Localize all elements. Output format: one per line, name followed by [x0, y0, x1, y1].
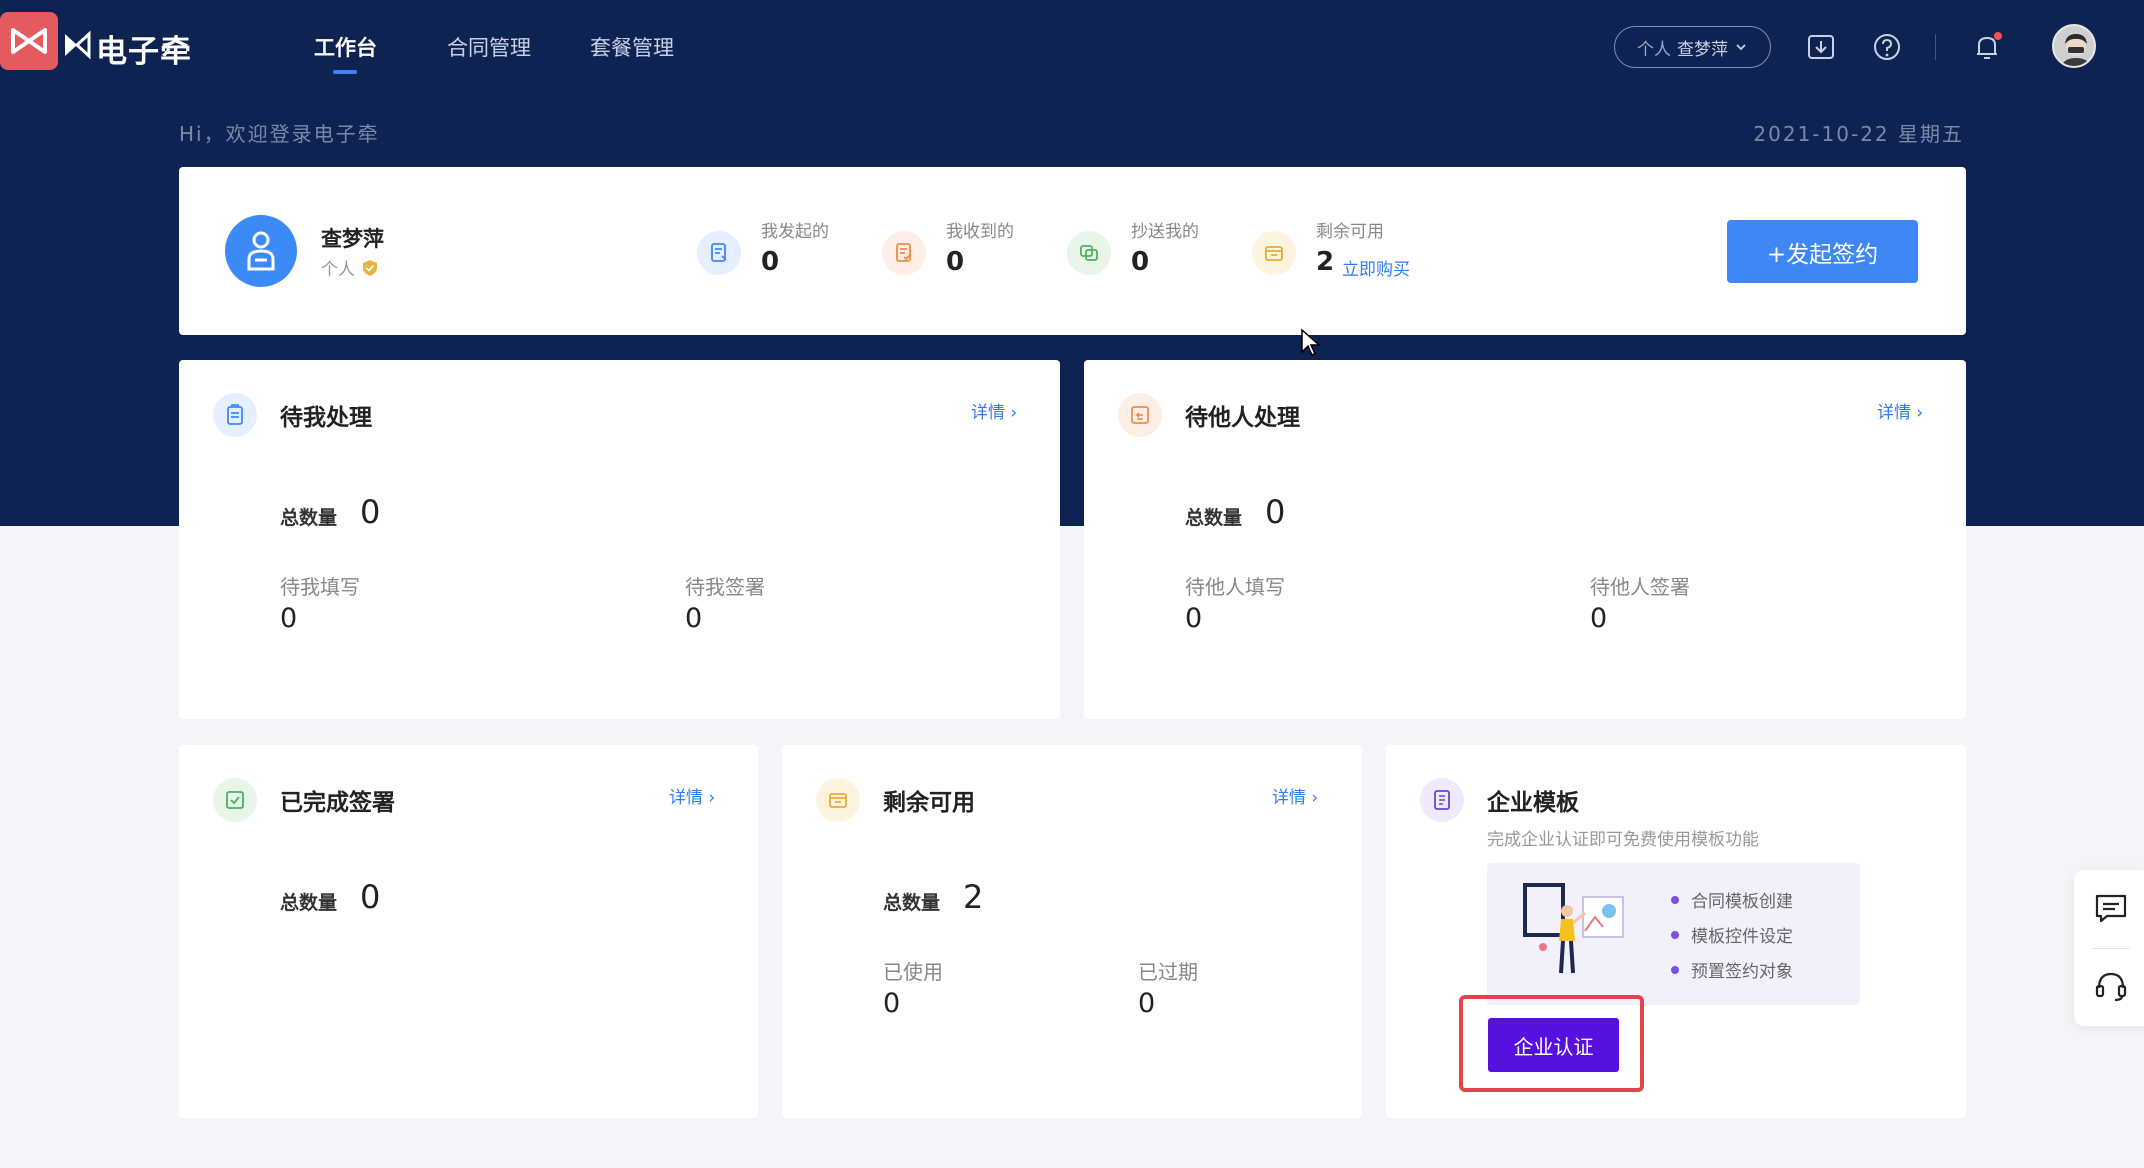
total-label: 总数量 — [1185, 507, 1243, 529]
nav-active-indicator — [333, 70, 357, 74]
stat-remaining-label: 剩余可用 — [1316, 222, 1384, 242]
floating-support-panel — [2074, 870, 2144, 1026]
nav-workbench[interactable]: 工作台 — [314, 32, 377, 62]
headset-icon[interactable] — [2093, 968, 2129, 1004]
welcome-text: Hi，欢迎登录电子牵 — [179, 122, 380, 146]
sub-value-to-sign: 0 — [685, 603, 703, 634]
enterprise-certification-button[interactable]: 企业认证 — [1488, 1018, 1619, 1072]
stat-cc-value: 0 — [1131, 247, 1150, 277]
card-pending-others-title: 待他人处理 — [1185, 405, 1300, 431]
template-icon — [1420, 778, 1464, 822]
logo-mark-icon — [65, 30, 91, 60]
account-type-tag: 个人 — [1637, 39, 1671, 60]
template-feature-label: 预置签约对象 — [1691, 962, 1793, 982]
stat-received-label: 我收到的 — [946, 222, 1014, 242]
card-pending-me-detail-link[interactable]: 详情 › — [971, 398, 1017, 423]
stat-initiated-label: 我发起的 — [761, 222, 829, 242]
template-feature-item: 合同模板创建 — [1671, 887, 1793, 912]
card-remaining-detail-link[interactable]: 详情 › — [1272, 783, 1318, 808]
avatar[interactable] — [2052, 24, 2096, 68]
nav-contract-management[interactable]: 合同管理 — [447, 32, 531, 62]
check-doc-icon — [213, 778, 257, 822]
total-value: 0 — [1265, 493, 1286, 531]
template-feature-label: 合同模板创建 — [1691, 892, 1793, 912]
card-template-subtitle: 完成企业认证即可免费使用模板功能 — [1487, 830, 1759, 850]
buy-now-link[interactable]: 立即购买 — [1342, 255, 1410, 280]
total-label: 总数量 — [280, 892, 338, 914]
logo-badge-icon — [11, 28, 47, 54]
notification-dot — [1994, 32, 2002, 40]
template-feature-item: 预置签约对象 — [1671, 957, 1793, 982]
sub-value-to-fill: 0 — [280, 603, 298, 634]
wallet-icon — [1252, 231, 1296, 275]
stat-remaining-value: 2 — [1316, 247, 1335, 277]
card-completed: 已完成签署 详情 › 总数量 0 — [179, 745, 758, 1118]
download-icon[interactable] — [1804, 30, 1838, 64]
profile-name: 查梦萍 — [321, 227, 384, 251]
sub-value-expired: 0 — [1138, 988, 1156, 1019]
stat-initiated-value: 0 — [761, 247, 780, 277]
template-feature-box: 合同模板创建 模板控件设定 预置签约对象 — [1487, 863, 1860, 1005]
card-completed-title: 已完成签署 — [280, 790, 395, 816]
card-remaining-title: 剩余可用 — [883, 790, 975, 816]
sub-label-to-sign: 待我签署 — [685, 575, 765, 599]
bullet-dot — [1671, 895, 1679, 904]
panel-divider — [2092, 948, 2130, 949]
cc-icon — [1067, 231, 1111, 275]
template-feature-label: 模板控件设定 — [1691, 927, 1793, 947]
sub-value-others-sign: 0 — [1590, 603, 1608, 634]
total-label: 总数量 — [883, 892, 941, 914]
total-value: 2 — [963, 878, 984, 916]
wallet-icon — [816, 778, 860, 822]
stat-received-value: 0 — [946, 247, 965, 277]
sub-label-used: 已使用 — [883, 960, 943, 984]
total-value: 0 — [360, 878, 381, 916]
card-pending-me-title: 待我处理 — [280, 405, 372, 431]
top-navigation: 电子牵 工作台 合同管理 套餐管理 个人 查梦萍 — [0, 0, 2144, 94]
sub-label-to-fill: 待我填写 — [280, 575, 360, 599]
verified-shield-icon — [363, 259, 377, 276]
account-switcher[interactable]: 个人 查梦萍 — [1614, 26, 1771, 68]
card-pending-others: 待他人处理 详情 › 总数量 0 待他人填写 0 待他人签署 0 — [1084, 360, 1966, 719]
sub-label-expired: 已过期 — [1138, 960, 1198, 984]
message-icon[interactable] — [2093, 890, 2129, 926]
stat-cc-label: 抄送我的 — [1131, 222, 1199, 242]
bullet-dot — [1671, 930, 1679, 939]
card-pending-me: 待我处理 详情 › 总数量 0 待我填写 0 待我签署 0 — [179, 360, 1060, 719]
start-signing-button[interactable]: +发起签约 — [1727, 220, 1918, 283]
profile-type: 个人 — [321, 255, 379, 280]
profile-type-label: 个人 — [321, 260, 355, 280]
help-icon[interactable] — [1870, 30, 1904, 64]
sub-label-others-fill: 待他人填写 — [1185, 575, 1285, 599]
user-avatar-icon — [2054, 26, 2094, 66]
sub-label-others-sign: 待他人签署 — [1590, 575, 1690, 599]
card-remaining: 剩余可用 详情 › 总数量 2 已使用 0 已过期 0 — [782, 745, 1362, 1118]
total-value: 0 — [360, 493, 381, 531]
toolbar-divider — [1935, 34, 1936, 60]
bullet-dot — [1671, 965, 1679, 974]
total-label: 总数量 — [280, 507, 338, 529]
sent-doc-icon — [697, 231, 741, 275]
template-feature-item: 模板控件设定 — [1671, 922, 1793, 947]
account-name: 查梦萍 — [1677, 39, 1728, 60]
template-illustration-icon — [1523, 883, 1624, 974]
card-template-title: 企业模板 — [1487, 790, 1579, 816]
current-date: 2021-10-22 星期五 — [1753, 122, 1964, 146]
person-icon — [247, 231, 275, 271]
received-doc-icon — [882, 231, 926, 275]
profile-summary-card: 查梦萍 个人 我发起的 0 我收到的 0 抄送我的 0 剩余可用 2 立即购买 … — [179, 167, 1966, 335]
doc-return-icon — [1118, 393, 1162, 437]
sub-value-used: 0 — [883, 988, 901, 1019]
chevron-down-icon — [1736, 44, 1746, 51]
app-switcher-badge[interactable] — [0, 12, 58, 70]
clipboard-icon — [213, 393, 257, 437]
card-pending-others-detail-link[interactable]: 详情 › — [1877, 398, 1923, 423]
brand-name: 电子牵 — [96, 34, 192, 70]
profile-avatar — [225, 215, 297, 287]
sub-value-others-fill: 0 — [1185, 603, 1203, 634]
card-completed-detail-link[interactable]: 详情 › — [669, 783, 715, 808]
nav-package-management[interactable]: 套餐管理 — [590, 32, 674, 62]
mouse-cursor-icon — [1301, 328, 1321, 357]
